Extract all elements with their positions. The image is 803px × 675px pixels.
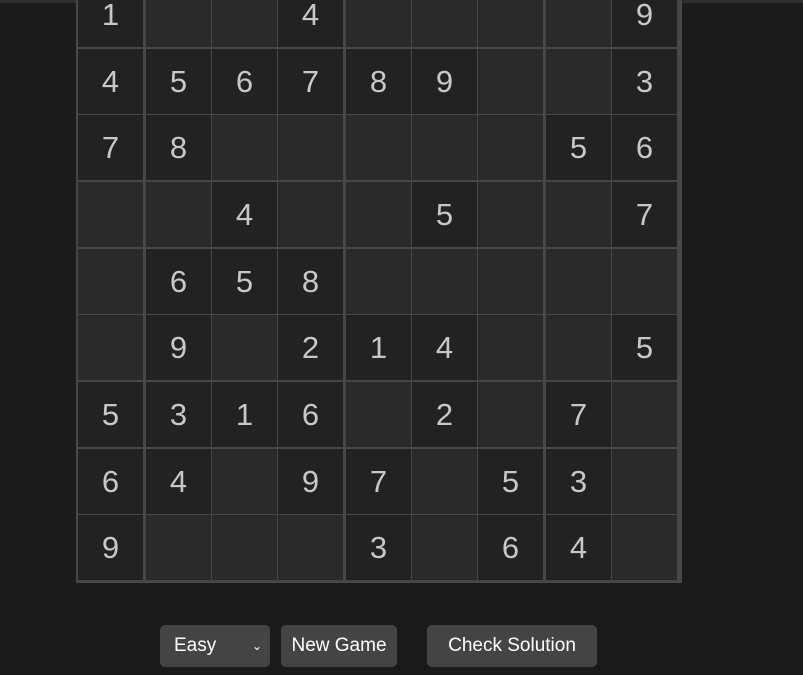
sudoku-cell[interactable]	[212, 515, 277, 580]
sudoku-cell[interactable]: 8	[346, 49, 411, 114]
sudoku-cell[interactable]	[612, 249, 677, 314]
sudoku-cell[interactable]	[546, 0, 611, 47]
sudoku-cell[interactable]: 5	[478, 449, 543, 514]
sudoku-cell[interactable]	[478, 182, 543, 247]
sudoku-cell[interactable]: 9	[612, 0, 677, 47]
sudoku-cell[interactable]	[78, 315, 143, 380]
sudoku-cell[interactable]	[278, 515, 343, 580]
sudoku-cell[interactable]	[478, 49, 543, 114]
sudoku-cell[interactable]: 8	[278, 249, 343, 314]
sudoku-cell[interactable]	[478, 249, 543, 314]
sudoku-cell[interactable]	[478, 115, 543, 180]
sudoku-cell[interactable]: 3	[546, 449, 611, 514]
sudoku-cell[interactable]: 6	[212, 49, 277, 114]
sudoku-cell[interactable]	[612, 382, 677, 447]
sudoku-cell[interactable]: 7	[278, 49, 343, 114]
sudoku-cell[interactable]: 7	[546, 382, 611, 447]
check-solution-button[interactable]: Check Solution	[427, 625, 597, 667]
sudoku-cell[interactable]: 4	[278, 0, 343, 47]
sudoku-cell[interactable]: 4	[412, 315, 477, 380]
sudoku-cell[interactable]	[346, 382, 411, 447]
sudoku-cell[interactable]: 4	[146, 449, 211, 514]
sudoku-cell[interactable]	[346, 0, 411, 47]
sudoku-cell[interactable]	[146, 0, 211, 47]
sudoku-cell[interactable]: 1	[212, 382, 277, 447]
difficulty-select[interactable]: Easy ⌄	[160, 625, 270, 667]
sudoku-cell[interactable]	[546, 182, 611, 247]
sudoku-cell[interactable]: 1	[78, 0, 143, 47]
sudoku-cell[interactable]: 7	[78, 115, 143, 180]
sudoku-cell[interactable]: 9	[278, 449, 343, 514]
sudoku-cell[interactable]	[212, 315, 277, 380]
sudoku-cell[interactable]: 5	[78, 382, 143, 447]
sudoku-cell[interactable]: 3	[612, 49, 677, 114]
sudoku-cell[interactable]	[478, 315, 543, 380]
sudoku-cell[interactable]	[78, 182, 143, 247]
sudoku-cell[interactable]: 9	[412, 49, 477, 114]
difficulty-value: Easy	[174, 635, 217, 656]
new-game-button[interactable]: New Game	[281, 625, 397, 667]
sudoku-cell[interactable]: 3	[346, 515, 411, 580]
sudoku-cell[interactable]	[278, 115, 343, 180]
sudoku-cell[interactable]: 6	[612, 115, 677, 180]
sudoku-cell[interactable]	[146, 515, 211, 580]
sudoku-cell[interactable]	[612, 515, 677, 580]
sudoku-cell[interactable]: 4	[78, 49, 143, 114]
sudoku-cell[interactable]	[546, 315, 611, 380]
sudoku-cell[interactable]: 5	[146, 49, 211, 114]
sudoku-cell[interactable]: 5	[212, 249, 277, 314]
sudoku-cell[interactable]: 4	[212, 182, 277, 247]
sudoku-cell[interactable]	[346, 115, 411, 180]
sudoku-cell[interactable]	[478, 0, 543, 47]
sudoku-cell[interactable]	[412, 249, 477, 314]
sudoku-cell[interactable]: 1	[346, 315, 411, 380]
sudoku-cell[interactable]: 2	[412, 382, 477, 447]
sudoku-cell[interactable]: 2	[278, 315, 343, 380]
sudoku-cell[interactable]	[346, 249, 411, 314]
sudoku-cell[interactable]	[346, 182, 411, 247]
sudoku-cell[interactable]: 9	[146, 315, 211, 380]
chevron-down-icon: ⌄	[251, 639, 262, 653]
sudoku-cell[interactable]	[546, 249, 611, 314]
sudoku-cell[interactable]	[212, 0, 277, 47]
sudoku-cell[interactable]: 4	[546, 515, 611, 580]
sudoku-cell[interactable]	[146, 182, 211, 247]
sudoku-cell[interactable]: 6	[78, 449, 143, 514]
sudoku-cell[interactable]	[478, 382, 543, 447]
sudoku-cell[interactable]	[278, 182, 343, 247]
sudoku-cell[interactable]: 3	[146, 382, 211, 447]
sudoku-cell[interactable]	[412, 115, 477, 180]
sudoku-cell[interactable]: 6	[146, 249, 211, 314]
sudoku-cell[interactable]: 5	[612, 315, 677, 380]
sudoku-cell[interactable]: 5	[412, 182, 477, 247]
sudoku-cell[interactable]	[412, 0, 477, 47]
sudoku-cell[interactable]	[212, 449, 277, 514]
sudoku-cell[interactable]: 6	[278, 382, 343, 447]
sudoku-cell[interactable]	[546, 49, 611, 114]
sudoku-cell[interactable]: 5	[546, 115, 611, 180]
sudoku-cell[interactable]: 9	[78, 515, 143, 580]
sudoku-cell[interactable]: 7	[612, 182, 677, 247]
sudoku-cell[interactable]	[412, 515, 477, 580]
sudoku-board: 1494567893785645765892145531627649753936…	[76, 0, 682, 583]
sudoku-cell[interactable]: 6	[478, 515, 543, 580]
sudoku-cell[interactable]	[612, 449, 677, 514]
sudoku-cell[interactable]: 7	[346, 449, 411, 514]
sudoku-cell[interactable]	[78, 249, 143, 314]
sudoku-cell[interactable]	[412, 449, 477, 514]
sudoku-cell[interactable]	[212, 115, 277, 180]
sudoku-cell[interactable]: 8	[146, 115, 211, 180]
